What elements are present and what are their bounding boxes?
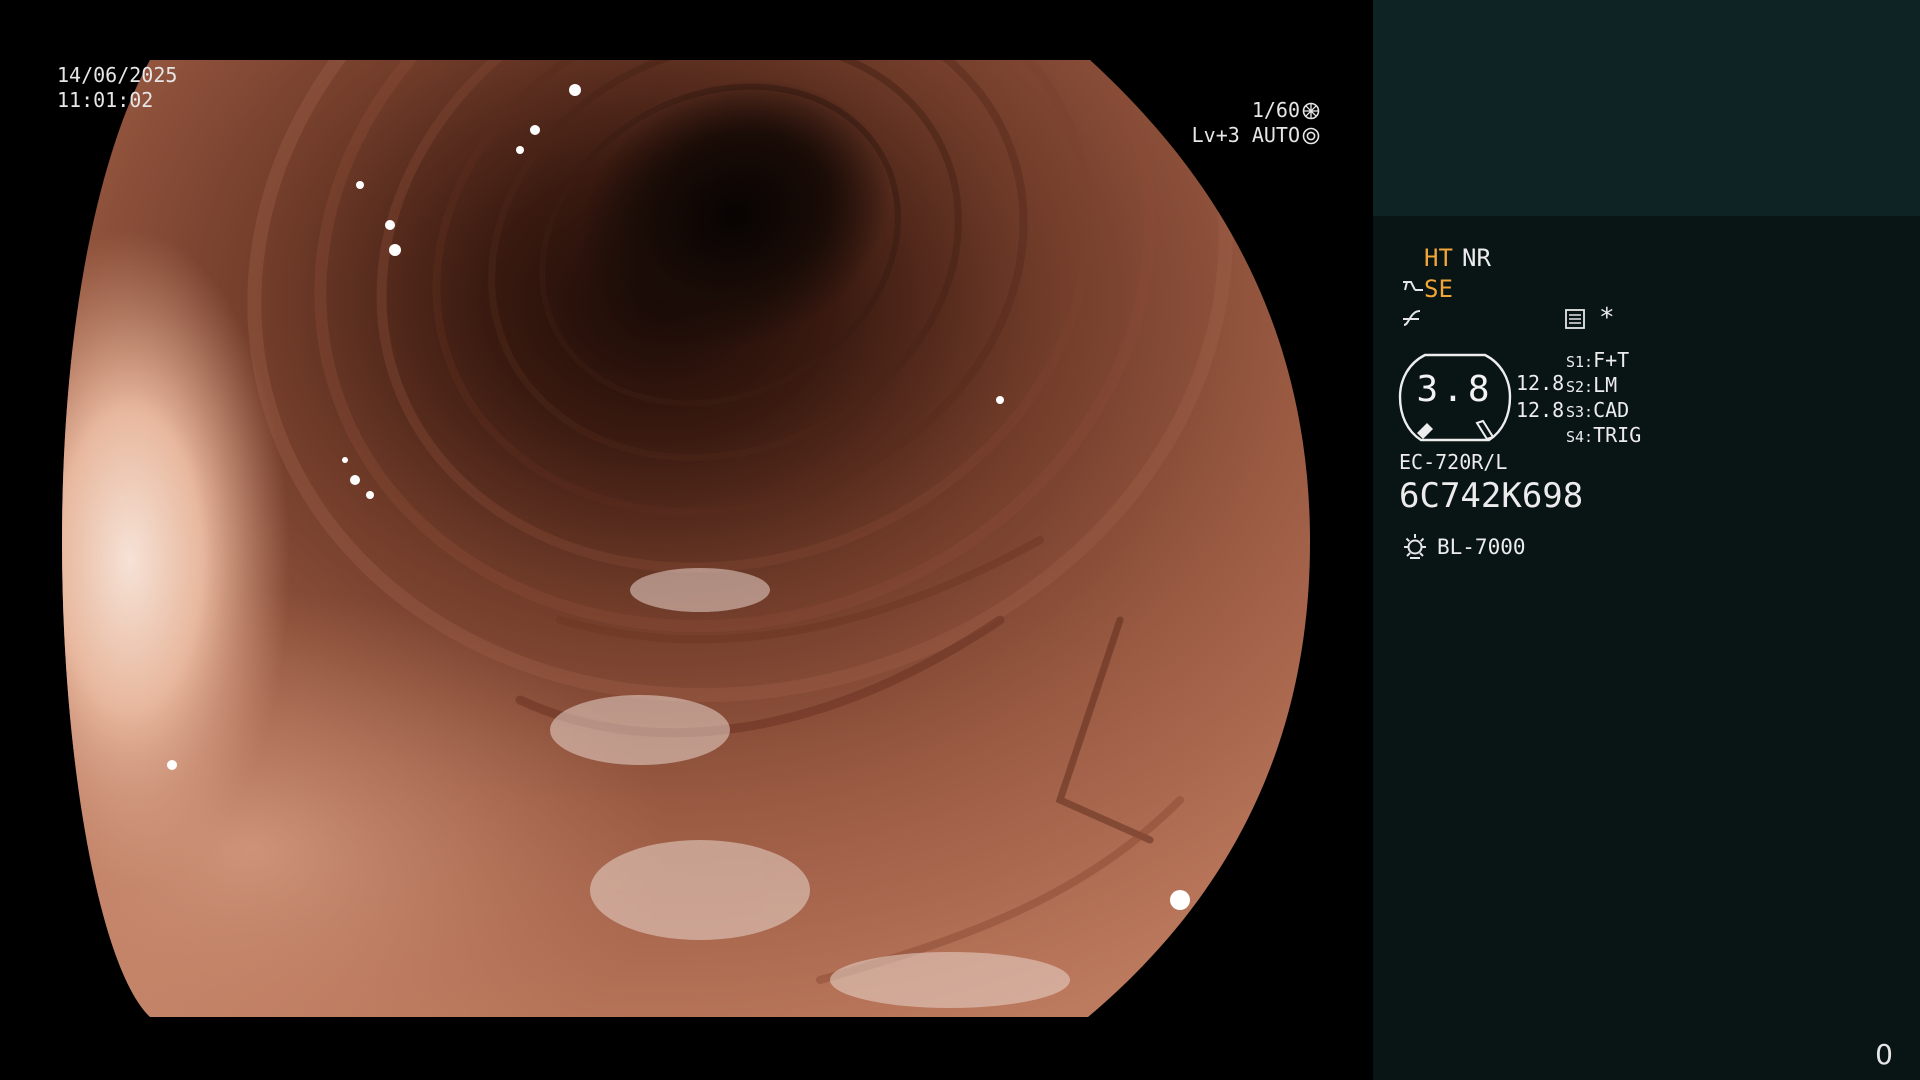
switch-s1: S1:F+T — [1566, 348, 1630, 372]
time-text: 11:01:02 — [57, 88, 154, 112]
switch-s2: S2:LM — [1566, 373, 1618, 397]
image-counter: 0 — [1875, 1038, 1893, 1071]
switch-s3: S3:CAD — [1566, 398, 1630, 422]
star-indicator: * — [1599, 303, 1615, 333]
endoscope-view-area: 14/06/2025 11:01:02 1/60 Lv+3 AUTO — [0, 0, 1373, 1080]
info-panel-header — [1373, 0, 1920, 216]
light-source: BL-7000 — [1437, 535, 1526, 559]
exposure-readout: 1/60 Lv+3 AUTO — [1192, 98, 1320, 148]
info-panel: HT NR SE * 3.8 12.8 12.8 S1:F+T S2:LM S3… — [1373, 0, 1920, 1080]
ht-indicator: HT — [1424, 244, 1453, 272]
nr-indicator: NR — [1462, 244, 1491, 272]
scope-model: EC-720R/L — [1399, 450, 1508, 474]
lamp-icon — [1404, 534, 1426, 559]
endoscopic-image — [62, 60, 1310, 1017]
shutter-icon — [1302, 102, 1320, 119]
gauge-value: 3.8 — [1416, 369, 1494, 410]
info-panel-body — [1373, 216, 1920, 1080]
se-indicator: SE — [1424, 275, 1453, 303]
list-icon — [1565, 309, 1585, 329]
shutter-text: 1/60 — [1251, 98, 1300, 122]
date-text: 14/06/2025 — [57, 63, 178, 87]
scope-serial: 6C742K698 — [1399, 476, 1584, 516]
f-curve-icon — [1403, 310, 1421, 326]
date-time-readout: 14/06/2025 11:01:02 — [57, 63, 177, 113]
switch-s4: S4:TRIG — [1566, 423, 1642, 447]
gauge-upper-value: 12.8 — [1516, 371, 1565, 395]
level-text: Lv+3 AUTO — [1191, 123, 1300, 147]
gauge-lower-value: 12.8 — [1516, 398, 1565, 422]
auto-iris-icon — [1302, 127, 1320, 144]
